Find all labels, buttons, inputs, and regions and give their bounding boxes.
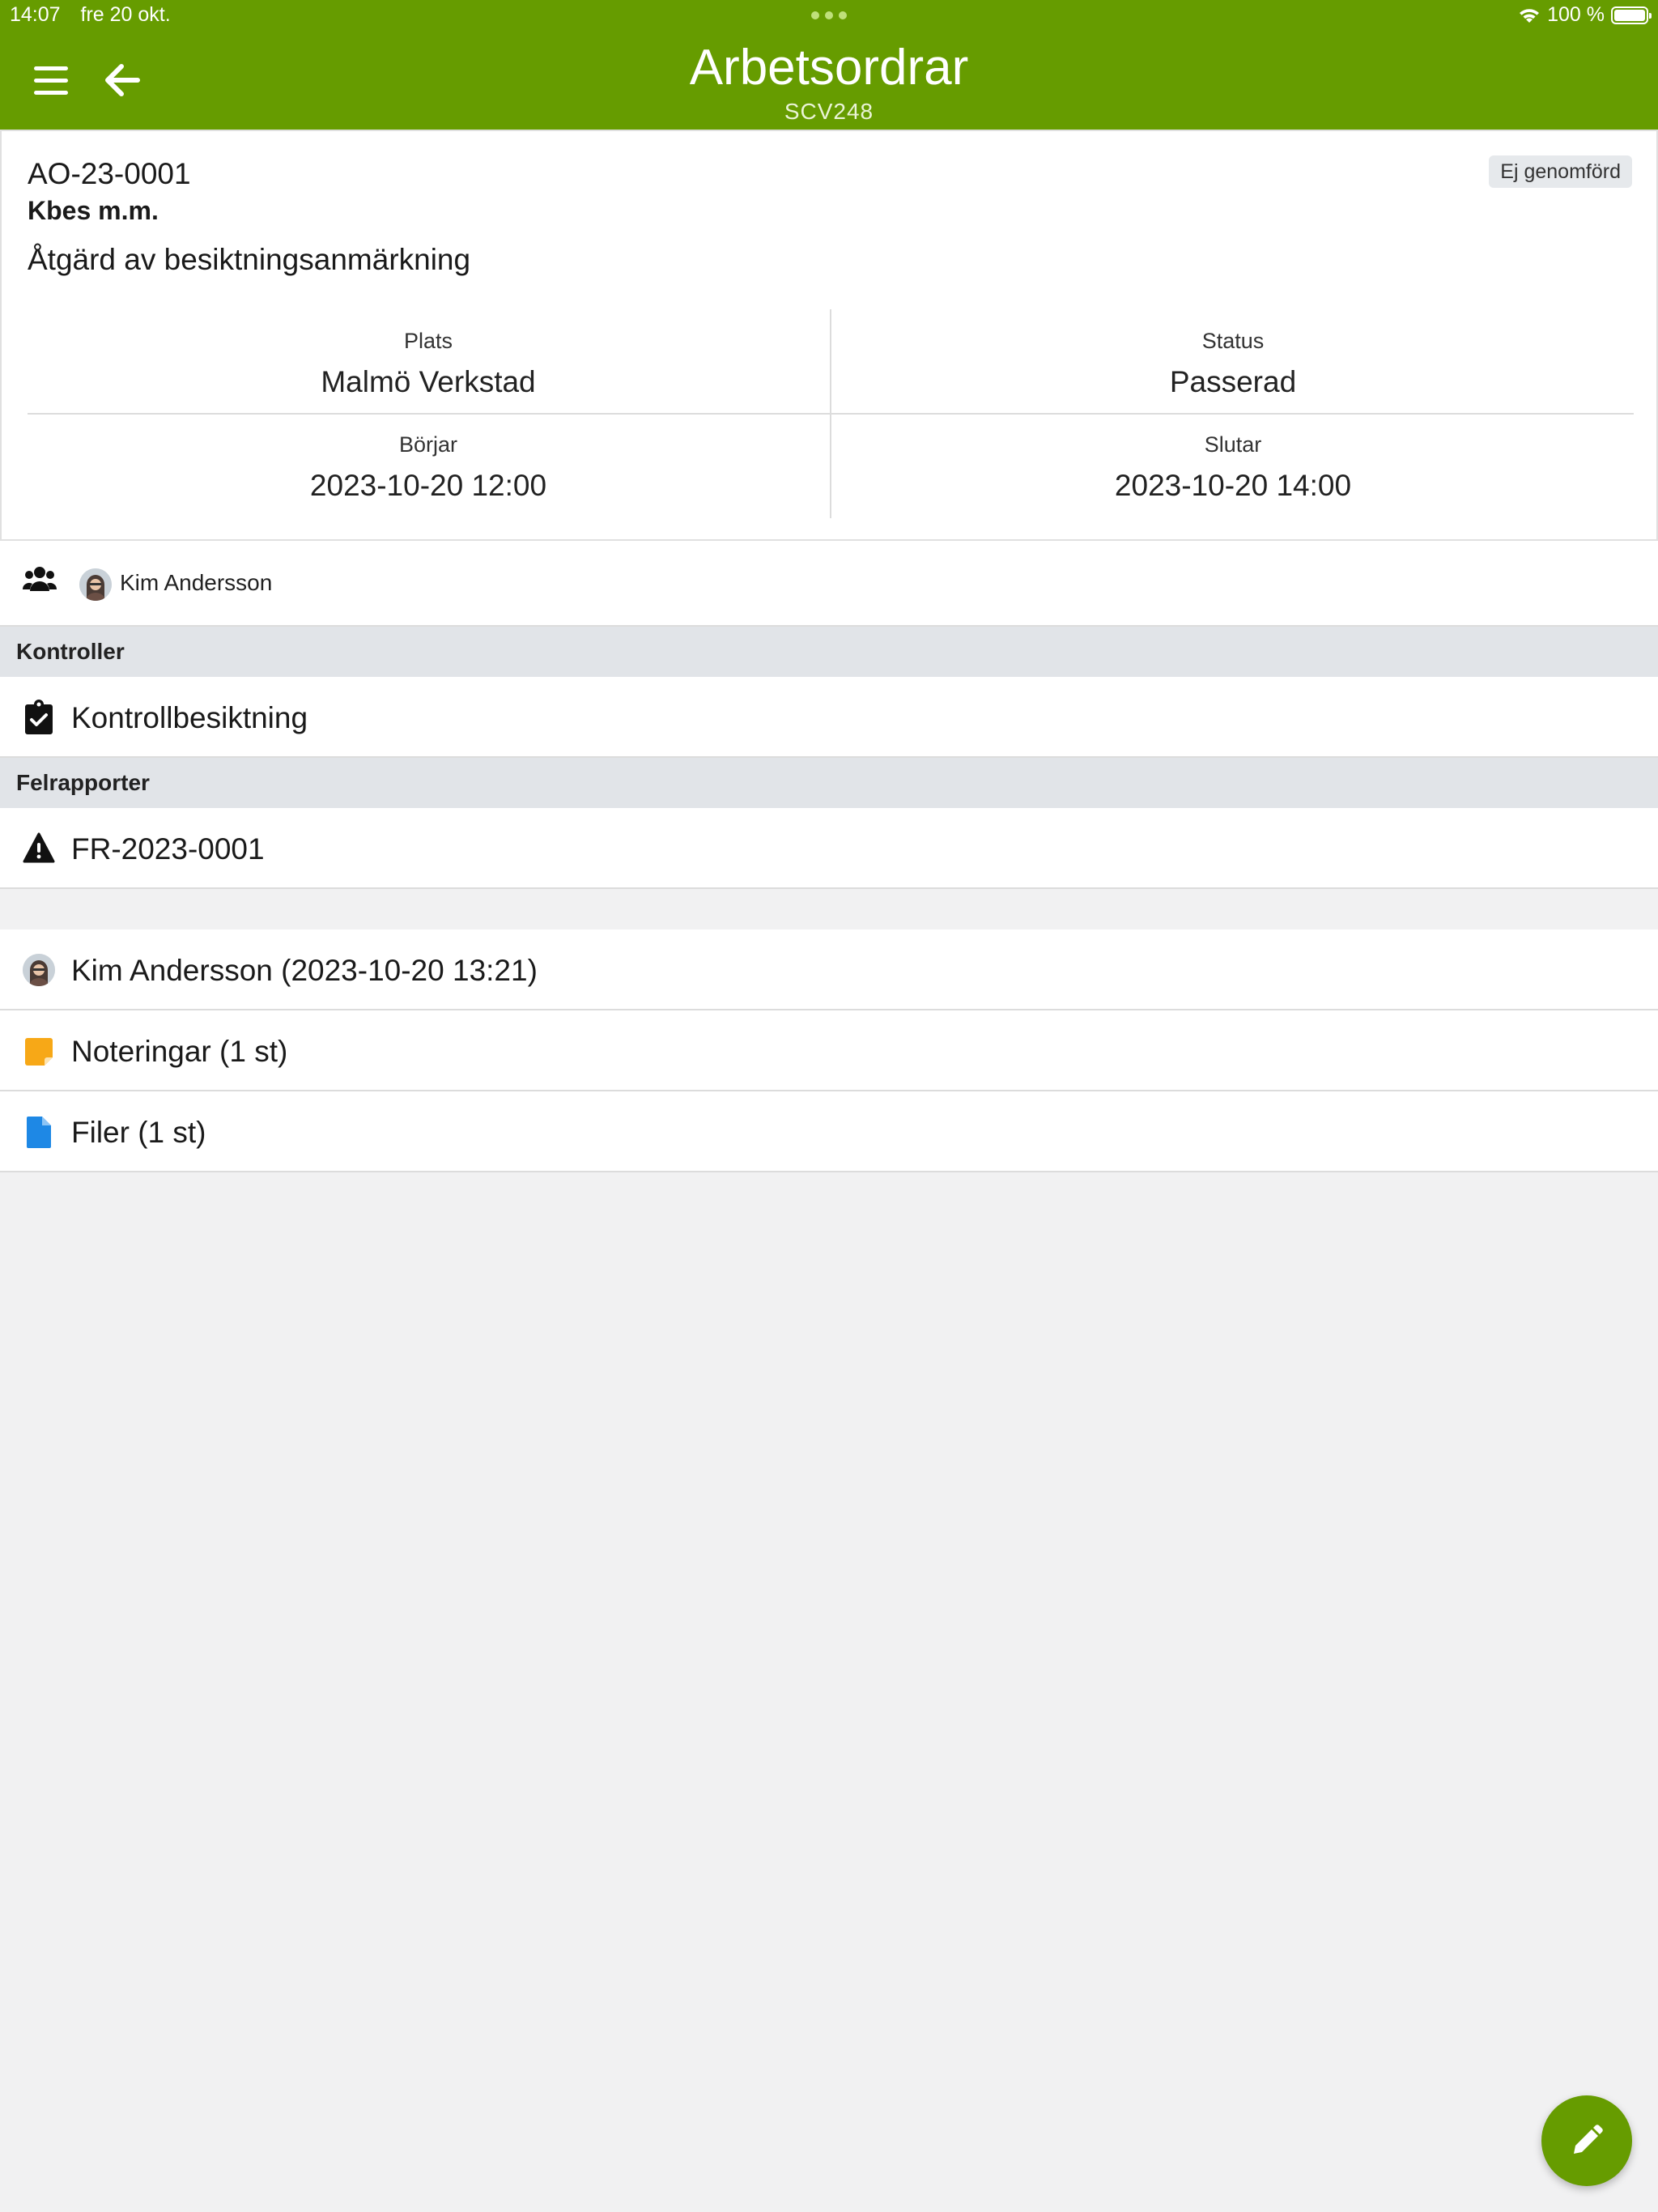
section-header-controls: Kontroller [0, 627, 1658, 677]
order-details-grid: Plats Malmö Verkstad Status Passerad Bör… [28, 309, 1634, 518]
start-value: 2023-10-20 12:00 [309, 469, 547, 502]
order-id: AO-23-0001 [28, 157, 191, 190]
status-date: fre 20 okt. [80, 3, 171, 26]
note-icon [25, 1038, 53, 1066]
place-label: Plats [403, 329, 453, 353]
status-time: 14:07 [10, 3, 61, 26]
author-avatar [23, 954, 55, 986]
status-label: Status [1201, 329, 1265, 353]
author-label: Kim Andersson (2023-10-20 13:21) [71, 954, 538, 987]
order-name: Kbes m.m. [28, 196, 159, 225]
end-value: 2023-10-20 14:00 [1114, 469, 1352, 502]
list-item-author[interactable]: Kim Andersson (2023-10-20 13:21) [0, 929, 1658, 1010]
page-title: Arbetsordrar [689, 40, 969, 96]
end-cell: Slutar 2023-10-20 14:00 [832, 432, 1634, 503]
pencil-icon [1574, 2125, 1603, 2154]
edit-button[interactable] [1541, 2095, 1632, 2186]
page-subtitle: SCV248 [784, 99, 874, 124]
control-item-label: Kontrollbesiktning [71, 701, 308, 734]
warning-icon [23, 832, 55, 863]
clipboard-check-icon [25, 700, 53, 734]
app-header: 14:07 fre 20 okt. 100 % Arbetsordrar SCV… [0, 0, 1658, 130]
wifi-icon [1520, 8, 1540, 23]
multitasking-dots[interactable] [811, 11, 847, 19]
avatar [79, 568, 112, 601]
files-label: Filer (1 st) [71, 1116, 206, 1149]
fault-report-label: FR-2023-0001 [71, 832, 265, 866]
status-value: Passerad [1169, 365, 1297, 398]
file-icon [27, 1117, 51, 1148]
place-cell: Plats Malmö Verkstad [28, 329, 829, 399]
order-card: AO-23-0001 Kbes m.m. Åtgärd av besiktnin… [0, 130, 1658, 541]
status-badge: Ej genomförd [1489, 155, 1632, 188]
assignee-name: Kim Andersson [120, 570, 273, 595]
start-cell: Börjar 2023-10-20 12:00 [28, 432, 829, 503]
start-label: Börjar [398, 432, 458, 457]
end-label: Slutar [1204, 432, 1262, 457]
battery-icon [1611, 6, 1652, 24]
people-icon [23, 567, 57, 591]
section-header-faults: Felrapporter [0, 758, 1658, 808]
status-cell: Status Passerad [832, 329, 1634, 399]
status-bar-right: 100 % [1518, 3, 1652, 27]
status-bar-left: 14:07 fre 20 okt. [10, 3, 185, 27]
list-item-files[interactable]: Filer (1 st) [0, 1091, 1658, 1172]
place-value: Malmö Verkstad [321, 365, 536, 398]
assignee-row[interactable]: Kim Andersson [0, 541, 1658, 627]
list-item-control[interactable]: Kontrollbesiktning [0, 677, 1658, 758]
order-description: Åtgärd av besiktningsanmärkning [28, 243, 471, 276]
list-item-notes[interactable]: Noteringar (1 st) [0, 1010, 1658, 1091]
battery-percent: 100 % [1547, 3, 1605, 26]
notes-label: Noteringar (1 st) [71, 1035, 288, 1068]
list-item-fault-report[interactable]: FR-2023-0001 [0, 808, 1658, 889]
